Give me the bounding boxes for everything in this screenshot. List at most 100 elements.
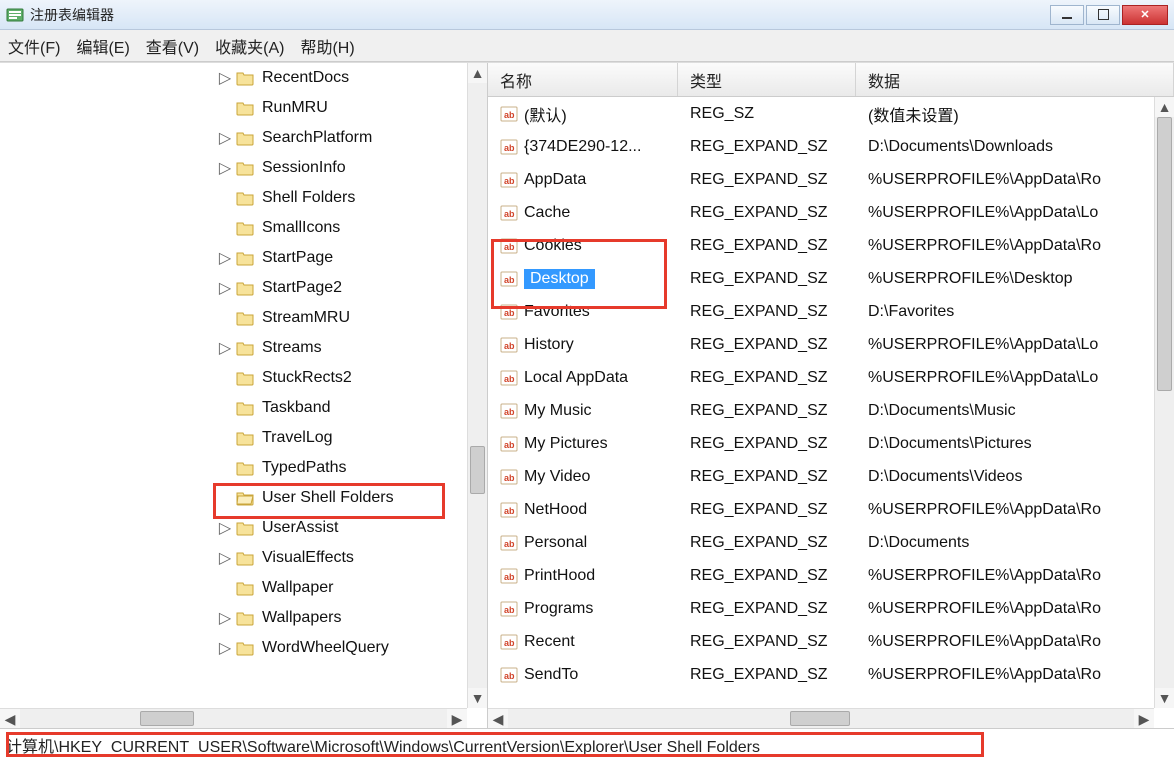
tree-item[interactable]: ▷Wallpapers	[0, 603, 487, 633]
cell-type: REG_EXPAND_SZ	[678, 666, 856, 684]
menu-view[interactable]: 查看(V)	[146, 34, 199, 58]
list-row[interactable]: abPersonalREG_EXPAND_SZD:\Documents	[488, 526, 1154, 559]
tree-item[interactable]: SmallIcons	[0, 213, 487, 243]
list-row[interactable]: abFavoritesREG_EXPAND_SZD:\Favorites	[488, 295, 1154, 328]
expander-icon[interactable]: ▷	[218, 158, 232, 178]
tree-item-label: StuckRects2	[262, 369, 352, 387]
expander-icon[interactable]: ▷	[218, 548, 232, 568]
close-button[interactable]	[1122, 5, 1168, 25]
tree-item[interactable]: ▷Streams	[0, 333, 487, 363]
expander-icon[interactable]: ▷	[218, 68, 232, 88]
tree-viewport[interactable]: ▷RecentDocsRunMRU▷SearchPlatform▷Session…	[0, 63, 487, 728]
menu-favorites[interactable]: 收藏夹(A)	[215, 34, 284, 58]
list-row[interactable]: ab{374DE290-12...REG_EXPAND_SZD:\Documen…	[488, 130, 1154, 163]
list-row[interactable]: abMy PicturesREG_EXPAND_SZD:\Documents\P…	[488, 427, 1154, 460]
scroll-left-icon[interactable]: ◀	[488, 709, 508, 728]
tree-item[interactable]: StuckRects2	[0, 363, 487, 393]
scroll-down-icon[interactable]: ▼	[1155, 688, 1174, 708]
tree-item[interactable]: ▷WordWheelQuery	[0, 633, 487, 663]
list-row[interactable]: abProgramsREG_EXPAND_SZ%USERPROFILE%\App…	[488, 592, 1154, 625]
list-row[interactable]: ab(默认)REG_SZ(数值未设置)	[488, 97, 1154, 130]
list-row[interactable]: abCookiesREG_EXPAND_SZ%USERPROFILE%\AppD…	[488, 229, 1154, 262]
tree-item[interactable]: Taskband	[0, 393, 487, 423]
list-horizontal-scrollbar[interactable]: ◀ ▶	[488, 708, 1154, 728]
tree-item[interactable]: ▷VisualEffects	[0, 543, 487, 573]
scroll-up-icon[interactable]: ▲	[1155, 97, 1174, 117]
scroll-track[interactable]	[20, 709, 447, 728]
tree-item[interactable]: TravelLog	[0, 423, 487, 453]
tree-item[interactable]: RunMRU	[0, 93, 487, 123]
scroll-right-icon[interactable]: ▶	[447, 709, 467, 728]
list-row[interactable]: abAppDataREG_EXPAND_SZ%USERPROFILE%\AppD…	[488, 163, 1154, 196]
tree-item-label: SessionInfo	[262, 159, 346, 177]
list-row[interactable]: abDesktopREG_EXPAND_SZ%USERPROFILE%\Desk…	[488, 262, 1154, 295]
tree-item[interactable]: ▷RecentDocs	[0, 63, 487, 93]
tree-item[interactable]: ▷UserAssist	[0, 513, 487, 543]
value-name: My Pictures	[524, 435, 608, 453]
cell-data: %USERPROFILE%\Desktop	[856, 270, 1154, 288]
expander-icon[interactable]: ▷	[218, 338, 232, 358]
tree-item-label: StartPage2	[262, 279, 342, 297]
scroll-left-icon[interactable]: ◀	[0, 709, 20, 728]
cell-data: %USERPROFILE%\AppData\Lo	[856, 369, 1154, 387]
column-header-data[interactable]: 数据	[856, 63, 1174, 96]
list-pane: 名称 类型 数据 ab(默认)REG_SZ(数值未设置)ab{374DE290-…	[488, 63, 1174, 728]
list-row[interactable]: abMy VideoREG_EXPAND_SZD:\Documents\Vide…	[488, 460, 1154, 493]
cell-data: D:\Documents\Videos	[856, 468, 1154, 486]
tree-item[interactable]: ▷ StartPage2	[0, 273, 487, 303]
tree-item[interactable]: User Shell Folders	[0, 483, 487, 513]
svg-text:ab: ab	[504, 110, 515, 120]
tree-horizontal-scrollbar[interactable]: ◀ ▶	[0, 708, 467, 728]
expander-icon[interactable]: ▷	[218, 518, 232, 538]
list-row[interactable]: abNetHoodREG_EXPAND_SZ%USERPROFILE%\AppD…	[488, 493, 1154, 526]
tree-item[interactable]: ▷ SessionInfo	[0, 153, 487, 183]
scroll-thumb[interactable]	[1157, 117, 1172, 391]
scroll-thumb[interactable]	[470, 446, 485, 494]
list-row[interactable]: abCacheREG_EXPAND_SZ%USERPROFILE%\AppDat…	[488, 196, 1154, 229]
scroll-thumb[interactable]	[140, 711, 194, 726]
scroll-thumb[interactable]	[790, 711, 850, 726]
list-row[interactable]: abHistoryREG_EXPAND_SZ%USERPROFILE%\AppD…	[488, 328, 1154, 361]
scroll-track[interactable]	[508, 709, 1134, 728]
list-row[interactable]: abPrintHoodREG_EXPAND_SZ%USERPROFILE%\Ap…	[488, 559, 1154, 592]
scroll-up-icon[interactable]: ▲	[468, 63, 487, 83]
menu-help[interactable]: 帮助(H)	[300, 34, 354, 58]
tree-vertical-scrollbar[interactable]: ▲ ▼	[467, 63, 487, 708]
svg-text:ab: ab	[504, 407, 515, 417]
string-value-icon: ab	[500, 567, 518, 585]
list-vertical-scrollbar[interactable]: ▲ ▼	[1154, 97, 1174, 708]
expander-icon[interactable]: ▷	[218, 608, 232, 628]
scroll-right-icon[interactable]: ▶	[1134, 709, 1154, 728]
expander-icon[interactable]: ▷	[218, 248, 232, 268]
tree-item[interactable]: TypedPaths	[0, 453, 487, 483]
list-row[interactable]: abRecentREG_EXPAND_SZ%USERPROFILE%\AppDa…	[488, 625, 1154, 658]
string-value-icon: ab	[500, 171, 518, 189]
maximize-button[interactable]	[1086, 5, 1120, 25]
tree-item[interactable]: Shell Folders	[0, 183, 487, 213]
tree-item[interactable]: ▷SearchPlatform	[0, 123, 487, 153]
list-rows[interactable]: ab(默认)REG_SZ(数值未设置)ab{374DE290-12...REG_…	[488, 97, 1154, 708]
scroll-track[interactable]	[1155, 117, 1174, 688]
list-row[interactable]: abSendToREG_EXPAND_SZ%USERPROFILE%\AppDa…	[488, 658, 1154, 691]
folder-icon	[236, 460, 254, 476]
menu-edit[interactable]: 编辑(E)	[76, 34, 129, 58]
menu-file[interactable]: 文件(F)	[8, 34, 60, 58]
tree-item-label: User Shell Folders	[262, 489, 394, 507]
string-value-icon: ab	[500, 633, 518, 651]
cell-name: abSendTo	[488, 666, 678, 684]
tree-item[interactable]: StreamMRU	[0, 303, 487, 333]
tree-item[interactable]: ▷StartPage	[0, 243, 487, 273]
scroll-track[interactable]	[468, 83, 487, 688]
minimize-button[interactable]	[1050, 5, 1084, 25]
list-row[interactable]: abMy MusicREG_EXPAND_SZD:\Documents\Musi…	[488, 394, 1154, 427]
column-header-name[interactable]: 名称	[488, 63, 678, 96]
tree-item[interactable]: Wallpaper	[0, 573, 487, 603]
expander-icon[interactable]: ▷	[218, 128, 232, 148]
column-header-type[interactable]: 类型	[678, 63, 856, 96]
svg-text:ab: ab	[504, 209, 515, 219]
expander-icon[interactable]: ▷	[218, 638, 232, 658]
svg-text:ab: ab	[504, 572, 515, 582]
list-row[interactable]: abLocal AppDataREG_EXPAND_SZ%USERPROFILE…	[488, 361, 1154, 394]
expander-icon[interactable]: ▷	[218, 278, 232, 298]
scroll-down-icon[interactable]: ▼	[468, 688, 487, 708]
